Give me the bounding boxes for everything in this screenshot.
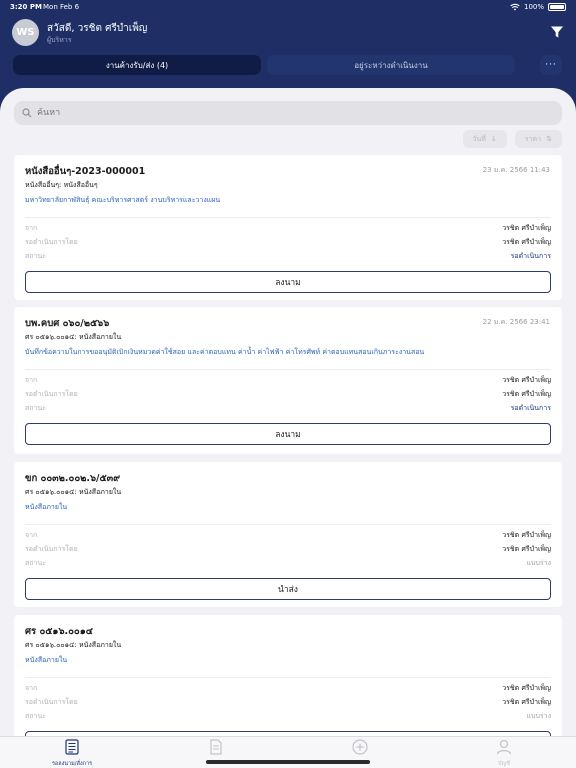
document-title: ขก ๐๐๓๒.๐๐๒.๖/๕๓๙: [25, 473, 121, 484]
document-card[interactable]: ศร ๐๕๑๖.๐๐๑๔ ศร ๐๕๑๖.๐๐๑๔: หนังสือภายใน …: [14, 615, 562, 736]
home-indicator[interactable]: [206, 760, 370, 764]
sign-button[interactable]: ลงนาม: [25, 271, 551, 293]
document-icon: [210, 739, 222, 755]
user-greeting: สวัสดี, วรชิต ศรีบำเพ็ญ: [47, 23, 148, 34]
status-row: สถานะ รอดำเนินการ: [25, 251, 551, 263]
status-label: สถานะ: [25, 712, 46, 720]
document-card[interactable]: ขก ๐๐๓๒.๐๐๒.๖/๕๓๙ ศร ๐๕๑๖.๐๐๑๔: หนังสือภ…: [14, 462, 562, 607]
waiting-value: วรชิต ศรีบำเพ็ญ: [502, 698, 551, 706]
battery-icon: [548, 3, 566, 11]
sort-price-label: ราคา: [524, 134, 542, 143]
search-icon: [22, 108, 32, 118]
document-title: หนังสืออื่นๆ-2023-000001: [25, 166, 146, 177]
status-bar: 3:20 PM Mon Feb 6 100%: [10, 3, 566, 15]
from-label: จาก: [25, 531, 38, 539]
divider: [25, 524, 551, 525]
status-row: สถานะ แบบร่าง: [25, 711, 551, 723]
document-list-icon: [65, 739, 79, 755]
send-button[interactable]: นำส่ง: [25, 578, 551, 600]
waiting-label: รอดำเนินการโดย: [25, 238, 78, 246]
from-row: จาก วรชิต ศรีบำเพ็ญ: [25, 375, 551, 387]
divider: [25, 677, 551, 678]
wifi-icon: [510, 3, 520, 11]
waiting-value: วรชิต ศรีบำเพ็ญ: [502, 545, 551, 553]
waiting-row: รอดำเนินการโดย วรชิต ศรีบำเพ็ญ: [25, 237, 551, 249]
document-type: หนังสืออื่นๆ: หนังสืออื่นๆ: [25, 181, 98, 189]
document-subject[interactable]: บันทึกข้อความในการขออนุมัติเบิกเงินหมวดค…: [25, 347, 424, 358]
tabbar-item-documents[interactable]: [176, 739, 256, 760]
status-time: 3:20 PM: [10, 3, 42, 11]
person-icon: [496, 739, 512, 755]
status-value: แบบร่าง: [526, 559, 551, 567]
user-role: ผู้บริหาร: [47, 36, 72, 44]
waiting-value: วรชิต ศรีบำเพ็ญ: [502, 238, 551, 246]
plus-circle-icon: [352, 739, 368, 755]
status-value: แบบร่าง: [526, 712, 551, 720]
search-bar[interactable]: [14, 101, 562, 125]
segment-tabs: งานค้างรับ/ส่ง (4) อยู่ระหว่างดำเนินงาน: [13, 55, 515, 75]
waiting-value: วรชิต ศรีบำเพ็ญ: [502, 390, 551, 398]
from-value: วรชิต ศรีบำเพ็ญ: [502, 376, 551, 384]
more-button[interactable]: ···: [540, 55, 562, 75]
document-card[interactable]: หนังสืออื่นๆ-2023-000001 23 ม.ค. 2566 11…: [14, 155, 562, 300]
from-value: วรชิต ศรีบำเพ็ญ: [502, 684, 551, 692]
tabbar-item-create[interactable]: [320, 739, 400, 760]
status-date: Mon Feb 6: [43, 3, 80, 11]
waiting-label: รอดำเนินการโดย: [25, 545, 78, 553]
from-row: จาก วรชิต ศรีบำเพ็ญ: [25, 223, 551, 235]
search-input[interactable]: [37, 108, 562, 118]
document-title: ศร ๐๕๑๖.๐๐๑๔: [25, 626, 93, 637]
sort-date-label: วันที่: [472, 134, 486, 143]
avatar[interactable]: WS: [12, 19, 39, 46]
status-label: สถานะ: [25, 252, 46, 260]
document-type: ศร ๐๕๑๖.๐๐๑๔: หนังสือภายใน: [25, 488, 122, 496]
from-value: วรชิต ศรีบำเพ็ญ: [502, 531, 551, 539]
status-value: รอดำเนินการ: [510, 252, 551, 260]
from-value: วรชิต ศรีบำเพ็ญ: [502, 224, 551, 232]
document-subject[interactable]: มหาวิทยาลัยกาฬสินธุ์ คณะบริหารศาสตร์ งาน…: [25, 195, 220, 206]
status-row: สถานะ แบบร่าง: [25, 558, 551, 570]
status-value: รอดำเนินการ: [510, 404, 551, 412]
sort-price-button[interactable]: ราคา ⇅: [514, 130, 562, 148]
arrow-down-icon: ↓: [490, 135, 497, 143]
waiting-row: รอดำเนินการโดย วรชิต ศรีบำเพ็ญ: [25, 697, 551, 709]
battery-percent: 100%: [523, 3, 544, 11]
from-row: จาก วรชิต ศรีบำเพ็ญ: [25, 683, 551, 695]
document-type: ศร ๐๕๑๖.๐๐๑๔: หนังสือภายใน: [25, 333, 122, 341]
from-label: จาก: [25, 224, 38, 232]
sort-date-button[interactable]: วันที่ ↓: [462, 130, 507, 148]
tabbar-item-account[interactable]: บัญชี: [464, 739, 544, 768]
sort-controls: วันที่ ↓ ราคา ⇅: [462, 130, 562, 148]
sort-arrows-icon: ⇅: [546, 135, 552, 143]
waiting-row: รอดำเนินการโดย วรชิต ศรีบำเพ็ญ: [25, 544, 551, 556]
from-label: จาก: [25, 684, 38, 692]
tabbar-label: รอลงนาม/สั่งการ: [51, 761, 93, 767]
from-label: จาก: [25, 376, 38, 384]
tab-pending[interactable]: งานค้างรับ/ส่ง (4): [13, 55, 261, 75]
waiting-label: รอดำเนินการโดย: [25, 390, 78, 398]
tab-in-progress[interactable]: อยู่ระหว่างดำเนินงาน: [267, 55, 515, 75]
status-row: สถานะ รอดำเนินการ: [25, 403, 551, 415]
status-right: 100%: [510, 3, 566, 11]
status-label: สถานะ: [25, 404, 46, 412]
divider: [25, 369, 551, 370]
from-row: จาก วรชิต ศรีบำเพ็ญ: [25, 530, 551, 542]
waiting-label: รอดำเนินการโดย: [25, 698, 78, 706]
document-subject[interactable]: หนังสือภายใน: [25, 502, 67, 513]
document-date: 23 ม.ค. 2566 11:43: [482, 166, 550, 174]
document-subject[interactable]: หนังสือภายใน: [25, 655, 67, 666]
document-card[interactable]: บพ.คบศ ๐๖๐/๒๕๖๖ 22 ม.ค. 2566 23:41 ศร ๐๕…: [14, 307, 562, 454]
divider: [25, 217, 551, 218]
document-type: ศร ๐๕๑๖.๐๐๑๔: หนังสือภายใน: [25, 641, 122, 649]
document-title: บพ.คบศ ๐๖๐/๒๕๖๖: [25, 318, 110, 329]
tabbar-item-pending[interactable]: รอลงนาม/สั่งการ: [32, 739, 112, 768]
filter-icon[interactable]: [550, 25, 564, 39]
document-date: 22 ม.ค. 2566 23:41: [482, 318, 550, 326]
sign-button[interactable]: ลงนาม: [25, 423, 551, 445]
tabbar-label: บัญชี: [498, 761, 510, 767]
waiting-row: รอดำเนินการโดย วรชิต ศรีบำเพ็ญ: [25, 389, 551, 401]
main-sheet: วันที่ ↓ ราคา ⇅ หนังสืออื่นๆ-2023-000001…: [0, 88, 576, 736]
status-label: สถานะ: [25, 559, 46, 567]
